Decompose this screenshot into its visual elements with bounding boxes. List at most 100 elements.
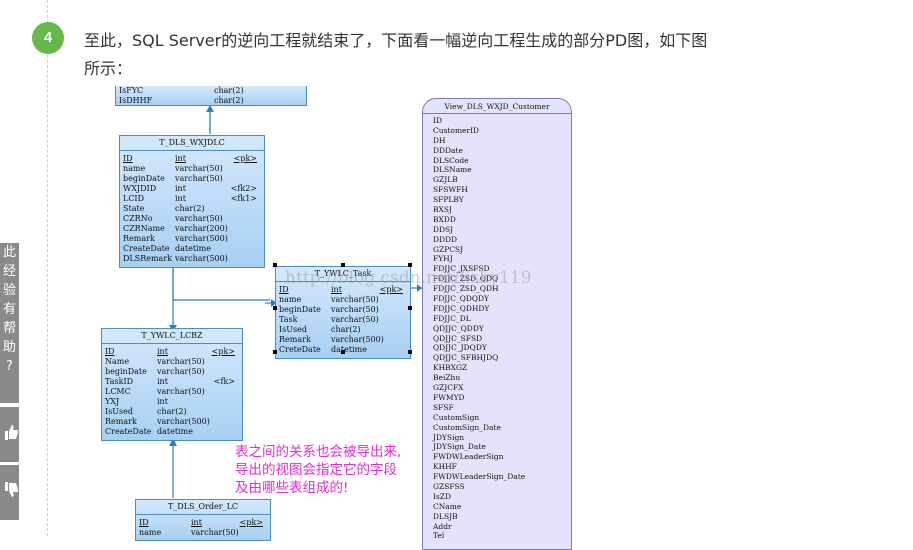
column-type: datetime [175,244,211,253]
column-name: beginDate [123,174,165,183]
column-key: <pk> [233,154,257,163]
selection-handle[interactable] [408,350,412,354]
table-column-row: TaskID int <fk> [105,377,239,387]
side-tab-char: ? [6,359,13,374]
content-left-divider [47,0,48,536]
column-type: varchar(50) [331,315,379,324]
view-field: DH [433,135,446,145]
thumbs-down-button[interactable] [0,465,19,520]
thumbs-up-button[interactable] [0,407,19,462]
column-type: datetime [157,427,193,436]
column-name: IsDHHF [119,96,153,105]
table-column-row: Remark varchar(500) [123,234,261,244]
column-type: varchar(500) [175,254,228,263]
column-name: Remark [279,335,311,344]
annotation-line: 表之间的关系也会被导出来, [235,444,402,460]
table-column-row: WXJDID int <fk2> [123,184,261,194]
column-type: char(2) [214,96,244,105]
selection-handle[interactable] [273,350,277,354]
column-type: int [157,377,168,386]
feedback-side-tab[interactable]: 此 经 验 有 帮 助 ? [0,243,19,403]
column-type: varchar(500) [157,417,210,426]
side-tab-char: 助 [2,340,16,355]
table-column-row: Name varchar(50) [105,357,239,367]
column-type: varchar(50) [175,214,223,223]
view-field: GZPCSJ [433,244,464,254]
column-name: ID [105,347,115,356]
column-name: LCMC [105,387,131,396]
column-type: int [157,397,168,406]
column-type: varchar(500) [331,335,384,344]
table-column-row: beginDate varchar(50) [105,367,239,377]
paragraph-line-2: 所示： [84,59,133,78]
view-field: FWDWLeaderSign [433,452,504,462]
column-key: <fk> [213,377,235,386]
view-field: ID [433,116,442,125]
table-column-row: Task varchar(50) [279,315,407,325]
table-column-row: CZRNo varchar(50) [123,214,261,224]
annotation-text: 表之间的关系也会被导出来, 导出的视图会指定它的字段 及由哪些表组成的! [235,443,401,497]
column-name: CZRName [123,224,165,233]
column-name: DLSRemark [123,254,172,263]
column-key: <fk2> [230,184,257,193]
view-field: CustomSign_Date [433,422,501,432]
column-name: YXJ [105,397,120,406]
step-paragraph: 至此，SQL Server的逆向工程就结束了，下面看一幅逆向工程生成的部分PD图… [84,27,764,83]
view-field: CustomerID [433,125,480,135]
column-type: int [175,154,186,163]
view-field: JDYSign_Date [433,442,486,452]
annotation-line: 及由哪些表组成的! [235,480,349,496]
table-t-dls-order-lc[interactable]: T_DLS_Order_LC ID int <pk> name varchar(50) [135,499,271,541]
table-t-dls-wxjdlc[interactable]: T_DLS_WXJDLC ID int <pk> name varchar(50) beg… [119,135,265,268]
view-field: CName [433,501,462,511]
selection-handle[interactable] [408,263,412,267]
column-type: char(2) [214,86,244,95]
view-field: QDJJC_SFSD [433,333,483,343]
column-name: LCID [123,194,145,203]
thumbs-down-icon [5,482,18,497]
selection-handle[interactable] [408,306,412,310]
view-dls-wxjd-customer[interactable]: View_DLS_WXJD_Customer ID CustomerID DH DDD… [422,98,572,550]
column-name: CreateDate [105,427,152,436]
table-title: T_YWLC_LCBZ [102,329,242,344]
table-title: T_DLS_WXJDLC [120,136,264,151]
view-field: FYHJ [433,254,453,264]
column-name: Remark [105,417,137,426]
table-t-ywlc-lcbz[interactable]: T_YWLC_LCBZ ID int <pk> Name varchar(50) begi… [101,328,243,441]
table-column-row: IsUsed char(2) [105,407,239,417]
view-field: DLSJB [433,511,458,521]
view-field: SFSF [433,402,454,412]
selection-handle[interactable] [341,350,345,354]
view-field: QDJJC_JDQDY [433,343,487,353]
column-key: <pk> [211,347,235,356]
table-column-row: IsUsed char(2) [279,325,407,335]
view-field: BXDD [433,214,456,224]
selection-handle[interactable] [341,263,345,267]
selection-handle[interactable] [273,306,277,310]
annotation-line: 导出的视图会指定它的字段 [235,462,397,478]
view-field: GZJCFX [433,383,464,393]
column-name: Remark [123,234,155,243]
column-name: IsUsed [105,407,133,416]
side-tab-char: 有 [2,302,16,317]
column-type: int [157,347,168,356]
column-type: varchar(50) [175,164,223,173]
selection-handle[interactable] [273,263,277,267]
column-name: ID [123,154,133,163]
view-field: KHHF [433,462,457,472]
pd-diagram: IsFYC char(2) IsDHHF char(2) T_DLS_WXJDLC … [95,86,585,550]
column-type: char(2) [175,204,205,213]
column-type: int [191,518,202,527]
view-field: KHBXGZ [433,363,468,373]
table-column-row: ID int <pk> [123,154,261,164]
view-field: SFPLBY [433,195,464,205]
view-title: View_DLS_WXJD_Customer [423,99,571,114]
view-field: Addr [433,521,452,531]
view-field: CustomSign [433,412,480,422]
column-type: int [175,184,186,193]
column-name: CreateDate [123,244,170,253]
table-column-row: YXJ int [105,397,239,407]
view-field: BXSJ [433,205,452,215]
view-field: FDJJC_QDQDY [433,294,489,304]
table-column-row: Remark varchar(500) [279,335,407,345]
